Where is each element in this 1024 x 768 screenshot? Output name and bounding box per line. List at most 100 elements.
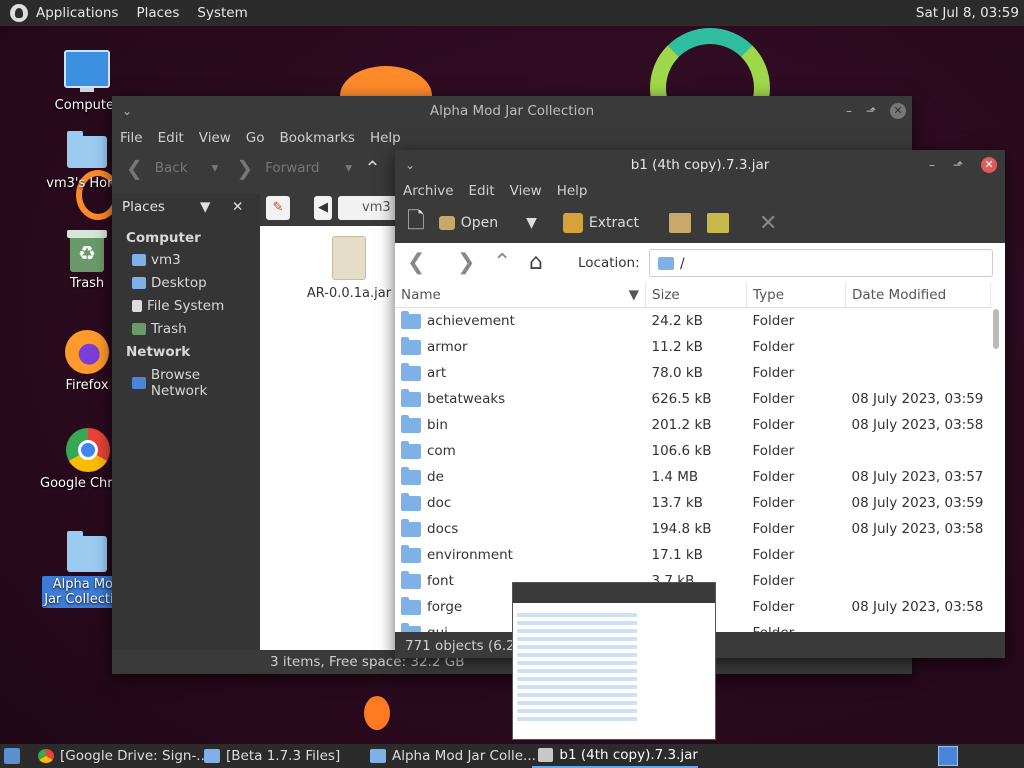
close-button[interactable]: ✕	[890, 103, 906, 119]
sidebar-item-file-system[interactable]: File System	[132, 298, 224, 314]
add-folder-icon[interactable]	[707, 213, 730, 233]
file-item[interactable]: AR-0.0.1a.jar	[304, 236, 394, 301]
forward-dropdown-icon[interactable]: ▾	[345, 160, 352, 176]
workspace-switcher[interactable]	[938, 746, 958, 766]
up-arrow-icon[interactable]: ⌃	[493, 251, 511, 275]
cell-date	[846, 308, 991, 335]
forward-arrow-icon[interactable]: ❯	[236, 156, 253, 180]
folder-icon	[370, 749, 386, 763]
maximize-button[interactable]: ⬏	[862, 96, 880, 126]
table-row[interactable]: docs 194.8 kB Folder 08 July 2023, 03:58	[395, 516, 991, 542]
add-files-icon[interactable]	[669, 213, 692, 233]
sidebar-header[interactable]: Places ▼ ✕	[112, 194, 260, 220]
back-dropdown-icon[interactable]: ▾	[212, 160, 219, 176]
extract-button[interactable]: Extract	[562, 213, 639, 233]
menu-view[interactable]: View	[510, 183, 542, 199]
table-row[interactable]: armor 11.2 kB Folder	[395, 334, 991, 360]
column-date-modified[interactable]: Date Modified	[845, 283, 991, 308]
delete-icon[interactable]: ✕	[759, 211, 777, 236]
open-button[interactable]: Open	[438, 215, 498, 231]
menu-help[interactable]: Help	[557, 183, 588, 199]
scrollbar-thumb[interactable]	[993, 309, 999, 349]
minimize-button[interactable]: –	[923, 150, 941, 180]
cell-date	[846, 620, 991, 632]
cell-name: docs	[395, 516, 646, 542]
extract-icon	[562, 213, 583, 233]
back-arrow-icon[interactable]: ❮	[407, 251, 425, 275]
task-google-drive[interactable]: [Google Drive: Sign-...	[38, 744, 209, 768]
forward-button[interactable]: Forward	[265, 160, 319, 176]
edit-path-icon[interactable]: ✎	[266, 196, 290, 220]
table-row[interactable]: de 1.4 MB Folder 08 July 2023, 03:57	[395, 464, 991, 490]
table-row[interactable]: com 106.6 kB Folder	[395, 438, 991, 464]
cell-type: Folder	[752, 313, 795, 329]
cell-size: 201.2 kB	[651, 417, 712, 433]
folder-icon	[401, 336, 421, 355]
cell-name: bin	[395, 412, 646, 438]
task-archive[interactable]: b1 (4th copy).7.3.jar	[532, 744, 698, 768]
show-desktop-icon[interactable]	[4, 748, 20, 764]
table-row[interactable]: art 78.0 kB Folder	[395, 360, 991, 386]
path-crumb-vm3[interactable]: vm3	[338, 196, 400, 220]
window-titlebar[interactable]: b1 (4th copy).7.3.jar ⌄ – ⬏ ✕	[395, 150, 1005, 180]
cell-name: environment	[395, 542, 646, 568]
sidebar-item-desktop[interactable]: Desktop	[132, 275, 207, 291]
path-bar: ✎ ◀ vm3	[260, 194, 400, 224]
menu-help[interactable]: Help	[370, 130, 401, 146]
home-icon[interactable]: ⌂	[529, 251, 543, 275]
menu-applications[interactable]: Applications	[36, 5, 118, 21]
close-button[interactable]: ✕	[981, 157, 997, 173]
window-menu-icon[interactable]: ⌄	[118, 96, 136, 126]
open-dropdown-icon[interactable]: ▼	[526, 215, 537, 231]
clock[interactable]: Sat Jul 8, 03:59	[916, 5, 1019, 21]
menu-edit[interactable]: Edit	[469, 183, 495, 199]
toolbar: 🗋 Open ▼ Extract ✕	[395, 204, 1005, 242]
cell-size: 17.1 kB	[651, 547, 703, 563]
forward-arrow-icon[interactable]: ❯	[457, 251, 475, 275]
menu-view[interactable]: View	[199, 130, 231, 146]
column-size[interactable]: Size	[645, 283, 747, 308]
cell-type: Folder	[752, 599, 795, 615]
menu-system[interactable]: System	[197, 5, 247, 21]
back-button[interactable]: Back	[155, 160, 188, 176]
sidebar-item-browse-network[interactable]: Browse Network	[132, 367, 260, 399]
maximize-button[interactable]: ⬏	[949, 150, 967, 180]
window-titlebar[interactable]: Alpha Mod Jar Collection ⌄ – ⬏ ✕	[112, 96, 912, 126]
new-archive-icon[interactable]: 🗋	[407, 204, 425, 242]
menu-places[interactable]: Places	[136, 5, 179, 21]
table-row[interactable]: environment 17.1 kB Folder	[395, 542, 991, 568]
menu-go[interactable]: Go	[246, 130, 265, 146]
table-row[interactable]: doc 13.7 kB Folder 08 July 2023, 03:59	[395, 490, 991, 516]
table-row[interactable]: achievement 24.2 kB Folder	[395, 308, 991, 335]
column-name[interactable]: Name ▼	[395, 283, 646, 308]
close-sidebar-icon[interactable]: ✕	[232, 194, 243, 220]
back-arrow-icon[interactable]: ❮	[126, 156, 143, 180]
menu-bookmarks[interactable]: Bookmarks	[280, 130, 355, 146]
chrome-icon	[66, 428, 110, 472]
table-row[interactable]: betatweaks 626.5 kB Folder 08 July 2023, 03…	[395, 386, 991, 412]
task-beta-files[interactable]: [Beta 1.7.3 Files]	[204, 744, 340, 768]
location-input[interactable]: /	[649, 249, 993, 277]
up-arrow-icon[interactable]: ⌃	[364, 156, 381, 180]
menu-file[interactable]: File	[120, 130, 143, 146]
window-preview-thumbnail[interactable]	[512, 582, 716, 740]
location-label: Location:	[578, 255, 640, 271]
window-menu-icon[interactable]: ⌄	[401, 150, 419, 180]
cell-date	[846, 542, 991, 568]
sidebar-item-trash[interactable]: Trash	[132, 321, 187, 337]
file-list: Name ▼ Size Type Date Modified achieveme…	[395, 283, 1005, 632]
menubar: File Edit View Go Bookmarks Help	[112, 126, 912, 150]
chevron-down-icon[interactable]: ▼	[200, 194, 210, 220]
table-row[interactable]: bin 201.2 kB Folder 08 July 2023, 03:58	[395, 412, 991, 438]
file-table: Name ▼ Size Type Date Modified achieveme…	[395, 283, 991, 632]
menu-archive[interactable]: Archive	[403, 183, 454, 199]
sidebar-item-vm3[interactable]: vm3	[132, 252, 181, 268]
minimize-button[interactable]: –	[840, 96, 858, 126]
column-type[interactable]: Type	[746, 283, 846, 308]
menubar: Archive Edit View Help	[395, 179, 1005, 203]
menu-edit[interactable]: Edit	[158, 130, 184, 146]
distro-logo-icon[interactable]	[10, 4, 28, 22]
folder-icon	[67, 531, 107, 572]
task-alpha-mod[interactable]: Alpha Mod Jar Colle...	[370, 744, 536, 768]
path-left-arrow-icon[interactable]: ◀	[314, 196, 332, 220]
